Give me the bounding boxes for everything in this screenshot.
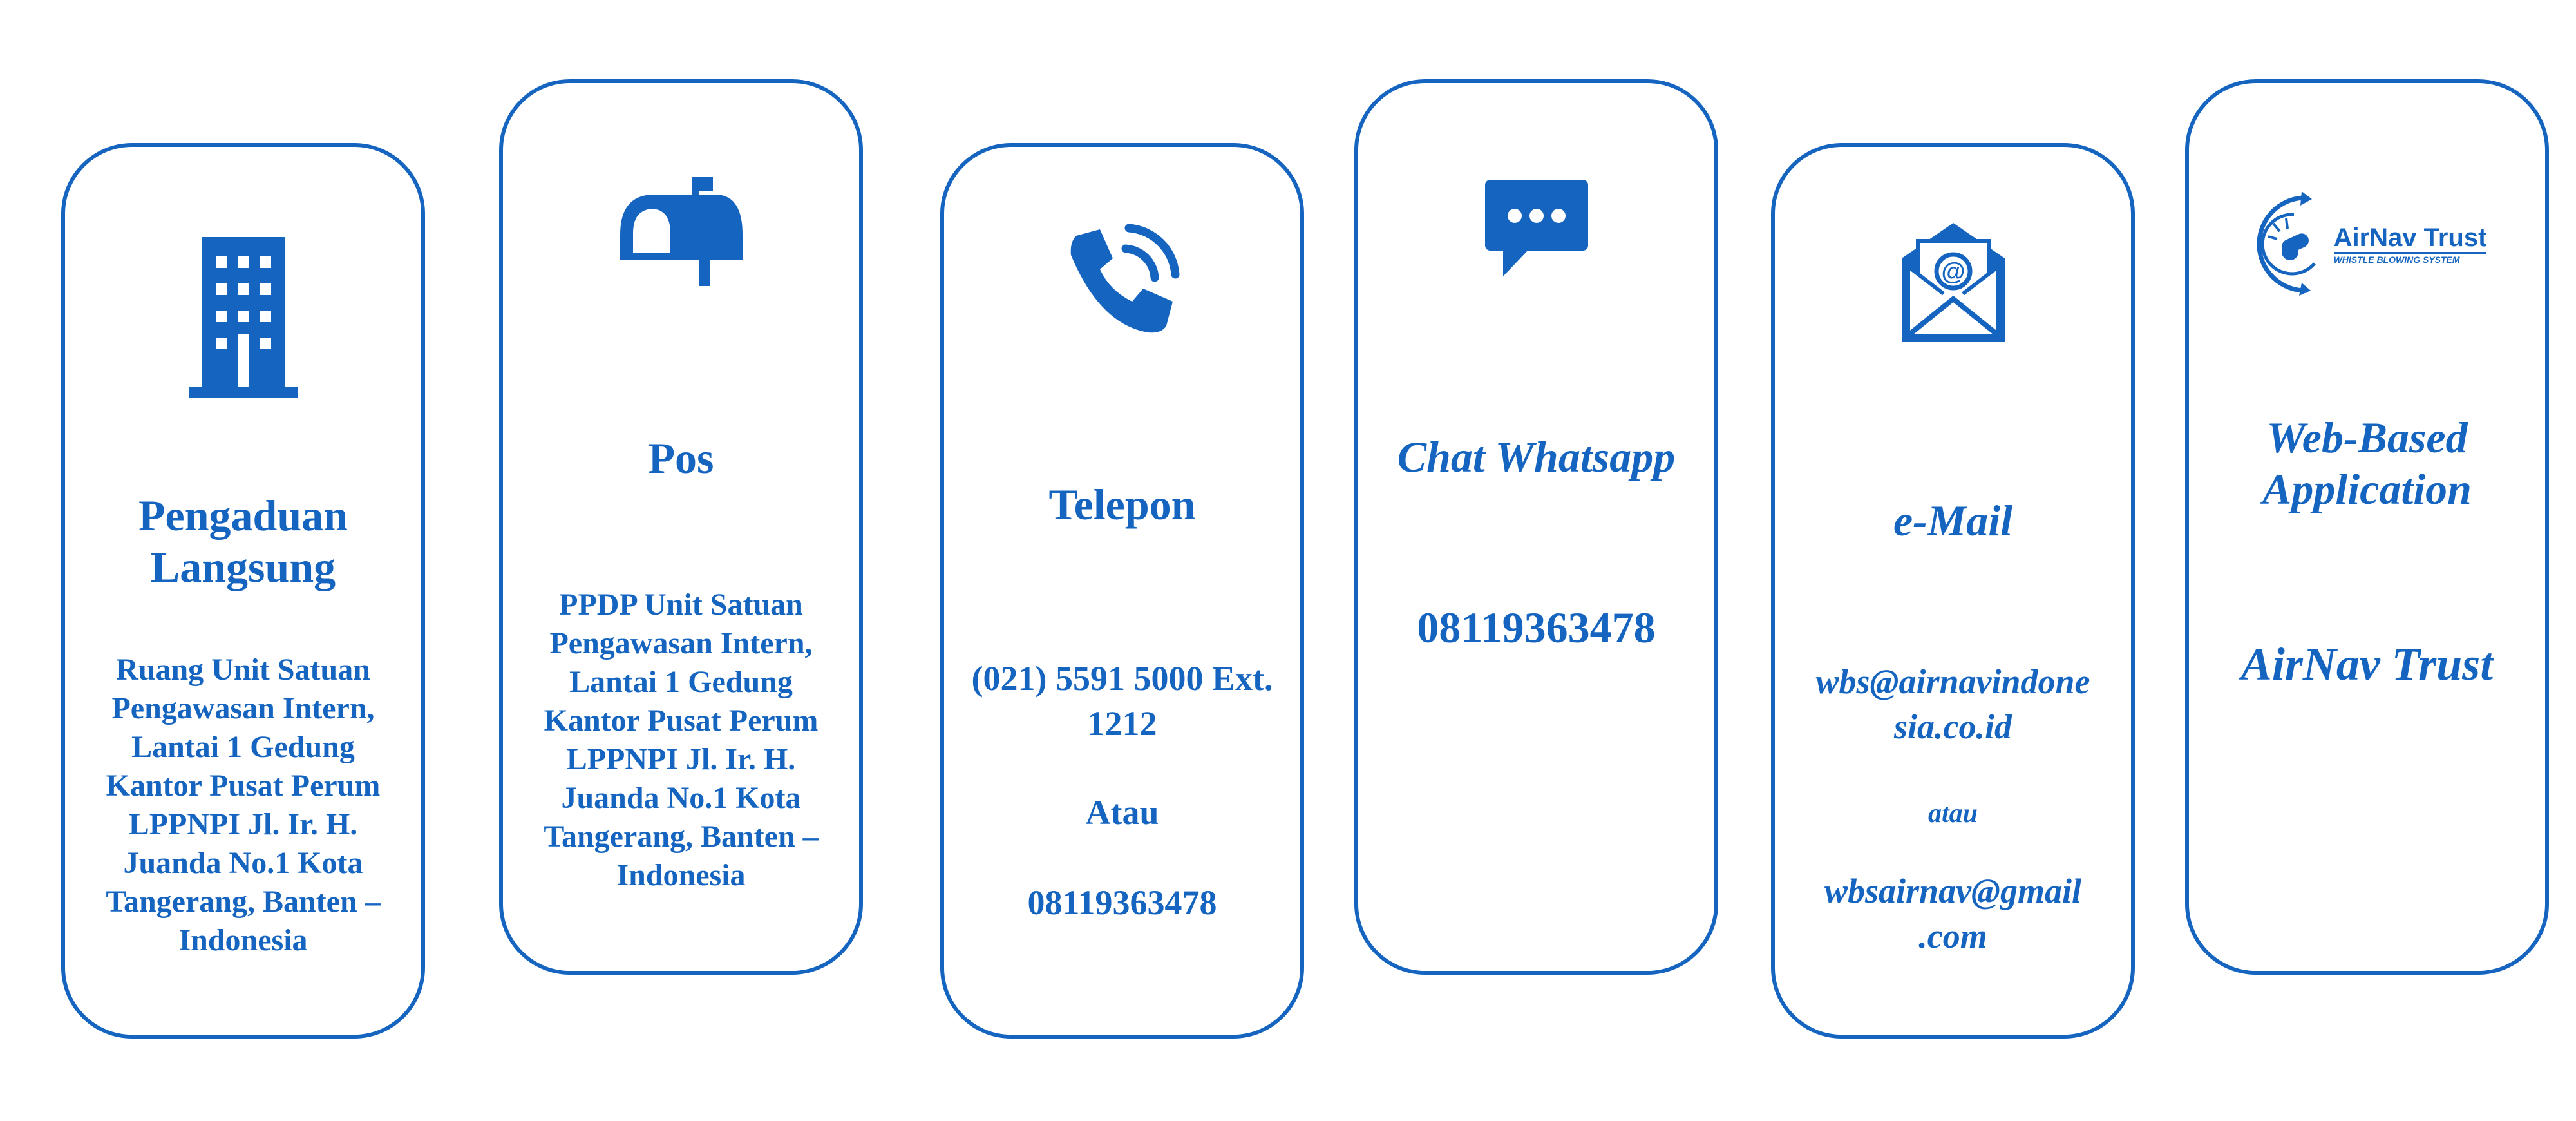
card-pos: Pos PPDP Unit Satuan Pengawasan Intern, … <box>499 79 863 975</box>
card-title-line2: Application <box>2262 465 2472 513</box>
address-line: Tangerang, Banten – <box>544 819 819 854</box>
address-line: Tangerang, Banten – <box>106 885 381 919</box>
logo-text: AirNav Trust <box>2333 223 2487 252</box>
card-pengaduan-langsung: Pengaduan Langsung Ruang Unit Satuan Pen… <box>61 143 425 1039</box>
separator-text: Atau <box>1085 793 1159 832</box>
card-telepon: Telepon (021) 5591 5000 Ext. 1212 Atau 0… <box>940 143 1304 1039</box>
email-secondary-line1: wbsairnav@gmail <box>1824 872 2081 910</box>
card-title: Chat Whatsapp <box>1397 432 1676 481</box>
phone-icon <box>944 223 1300 339</box>
separator-text: atau <box>1927 799 1978 829</box>
address-line: Ruang Unit Satuan <box>116 653 370 687</box>
logo-subtext: WHISTLE BLOWING SYSTEM <box>2333 251 2487 265</box>
email-primary-line1: wbs@airnavindone <box>1815 662 2090 701</box>
card-title: e-Mail <box>1893 496 2013 545</box>
svg-text:@: @ <box>1941 258 1965 285</box>
address-line: Lantai 1 Gedung <box>131 730 355 764</box>
card-title: Telepon <box>1048 480 1196 529</box>
mailbox-icon <box>503 177 859 286</box>
card-title: Pos <box>648 434 714 483</box>
building-icon <box>65 237 421 398</box>
envelope-icon: @ <box>1775 223 2131 342</box>
card-title-line1: Pengaduan <box>138 491 348 540</box>
app-name: AirNav Trust <box>2240 638 2494 690</box>
card-title-line2: Langsung <box>150 542 336 591</box>
whatsapp-number: 08119363478 <box>1417 603 1656 652</box>
phone-number-line1: (021) 5591 5000 Ext. <box>971 659 1273 698</box>
address-line: Juanda No.1 Kota <box>123 846 363 880</box>
address-line: PPDP Unit Satuan <box>559 588 803 622</box>
address-line: Lantai 1 Gedung <box>569 665 793 699</box>
address-line: Indonesia <box>178 923 308 957</box>
card-email: @ e-Mail wbs@airnavindone sia.co.id atau… <box>1771 143 2135 1039</box>
card-chat-whatsapp: Chat Whatsapp 08119363478 <box>1354 79 1718 975</box>
address-line: LPPNPI Jl. Ir. H. <box>128 807 358 841</box>
address-line: Indonesia <box>616 858 746 892</box>
email-primary-line2: sia.co.id <box>1894 707 2012 746</box>
address-line: Pengawasan Intern, <box>111 691 375 725</box>
address-line: Juanda No.1 Kota <box>561 781 801 815</box>
email-secondary-line2: .com <box>1918 917 1987 955</box>
phone-number-line2: 1212 <box>1087 704 1157 743</box>
address-line: Kantor Pusat Perum <box>544 704 819 738</box>
address-line: Kantor Pusat Perum <box>106 769 381 803</box>
card-web-based-application: AirNav Trust WHISTLE BLOWING SYSTEM Web-… <box>2185 79 2549 975</box>
card-title-line1: Web-Based <box>2266 413 2468 462</box>
address-line: Pengawasan Intern, <box>549 626 813 660</box>
airnav-trust-logo: AirNav Trust WHISTLE BLOWING SYSTEM <box>2189 186 2545 302</box>
phone-number-alt: 08119363478 <box>1027 883 1217 922</box>
chat-icon <box>1358 180 1714 276</box>
address-line: LPPNPI Jl. Ir. H. <box>566 742 796 776</box>
